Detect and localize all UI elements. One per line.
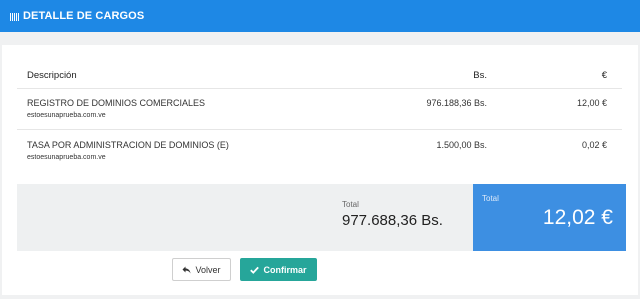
row-domain: estoesunaprueba.com.ve	[27, 154, 106, 161]
barcode-icon	[10, 12, 19, 21]
reply-arrow-icon	[182, 266, 191, 273]
total-bs-value: 977.688,36 Bs.	[342, 212, 443, 229]
table-header: Descripción Bs. €	[17, 68, 622, 96]
row-divider	[17, 129, 622, 130]
total-eur-label: Total	[482, 194, 499, 203]
row-description: REGISTRO DE DOMINIOS COMERCIALES	[27, 98, 206, 108]
header-bar: DETALLE DE CARGOS	[0, 0, 640, 32]
confirm-button[interactable]: Confirmar	[240, 258, 317, 281]
column-header-eur: €	[601, 70, 607, 81]
total-bs-label: Total	[342, 200, 359, 209]
total-eur-value: 12,02 €	[542, 206, 613, 229]
column-header-description: Descripción	[27, 70, 77, 81]
row-amount-eur: 12,00 €	[576, 98, 607, 108]
charges-panel: Descripción Bs. € REGISTRO DE DOMINIOS C…	[2, 45, 638, 295]
total-eur-box: Total 12,02 €	[473, 184, 626, 251]
row-amount-bs: 976.188,36 Bs.	[426, 98, 487, 108]
row-amount-bs: 1.500,00 Bs.	[436, 140, 487, 150]
back-button-label: Volver	[195, 264, 221, 275]
row-amount-eur: 0,02 €	[581, 140, 607, 150]
back-button[interactable]: Volver	[172, 258, 231, 281]
page-title: DETALLE DE CARGOS	[23, 10, 145, 22]
column-header-bs: Bs.	[473, 70, 487, 81]
row-description: TASA POR ADMINISTRACION DE DOMINIOS (E)	[27, 140, 229, 150]
row-domain: estoesunaprueba.com.ve	[27, 112, 106, 119]
totals-section: Total 977.688,36 Bs. Total 12,02 €	[17, 184, 626, 251]
confirm-button-label: Confirmar	[263, 264, 307, 275]
check-icon	[250, 266, 260, 274]
header-divider	[17, 88, 622, 89]
